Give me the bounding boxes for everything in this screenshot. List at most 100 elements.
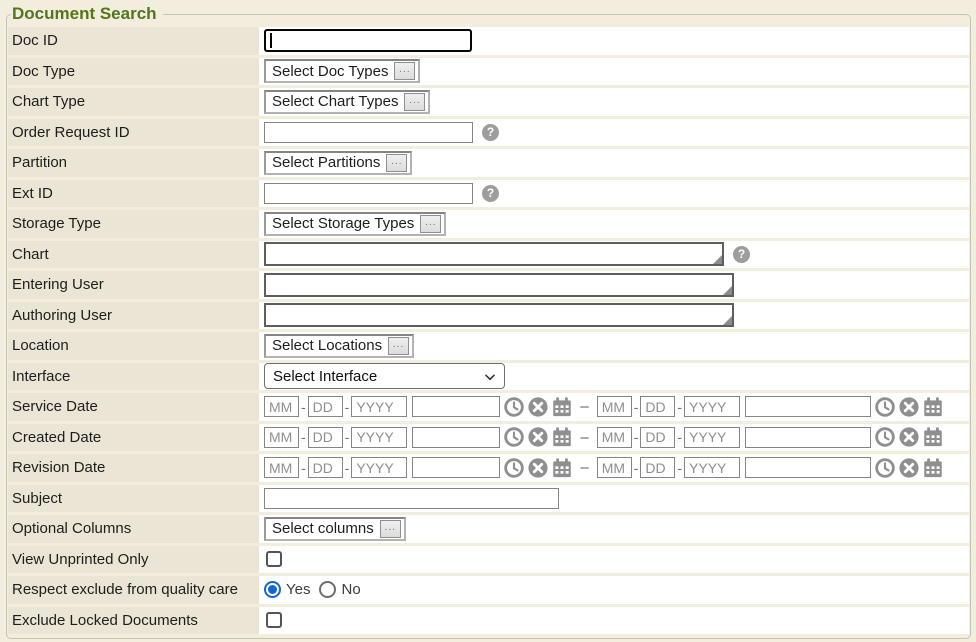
chevron-down-icon [483, 370, 497, 384]
location-picker[interactable]: Select Locations ... [264, 334, 414, 358]
row-chart: Chart ? [8, 241, 969, 269]
field-label: Doc ID [8, 27, 259, 55]
subject-input[interactable] [264, 488, 559, 509]
field-label: Exclude Locked Documents [8, 607, 259, 635]
to-time-input[interactable] [745, 457, 871, 478]
from-month-input[interactable] [264, 396, 299, 417]
view-unprinted-only-checkbox[interactable] [266, 551, 282, 567]
calendar-icon[interactable] [552, 427, 572, 447]
to-year-input[interactable] [684, 396, 740, 417]
more-options-button[interactable]: ... [380, 520, 401, 538]
help-icon[interactable]: ? [733, 246, 750, 263]
row-service-date: Service Date - - – - - [8, 393, 969, 421]
row-storage-type: Storage Type Select Storage Types ... [8, 210, 969, 238]
clock-icon[interactable] [504, 427, 524, 447]
clear-icon[interactable] [528, 397, 548, 417]
more-options-button[interactable]: ... [420, 215, 441, 233]
optional-columns-picker[interactable]: Select columns ... [264, 517, 406, 541]
exclude-locked-documents-checkbox[interactable] [266, 612, 282, 628]
row-doc-type: Doc Type Select Doc Types ... [8, 58, 969, 86]
radio-label-yes: Yes [286, 581, 310, 598]
clear-icon[interactable] [899, 427, 919, 447]
from-year-input[interactable] [351, 396, 407, 417]
field-label: Subject [8, 485, 259, 513]
to-day-input[interactable] [640, 396, 675, 417]
field-label: Revision Date [8, 454, 259, 482]
doc-id-input[interactable] [264, 29, 472, 52]
authoring-user-textarea[interactable] [264, 303, 734, 327]
from-year-input[interactable] [351, 457, 407, 478]
row-location: Location Select Locations ... [8, 332, 969, 360]
clock-icon[interactable] [875, 397, 895, 417]
from-time-input[interactable] [412, 427, 500, 448]
row-authoring-user: Authoring User [8, 302, 969, 330]
from-day-input[interactable] [308, 427, 343, 448]
date-field-separator: - [345, 399, 350, 415]
clock-icon[interactable] [875, 458, 895, 478]
field-label: Respect exclude from quality care [8, 576, 259, 604]
clear-icon[interactable] [528, 427, 548, 447]
chart-type-picker[interactable]: Select Chart Types ... [264, 90, 430, 114]
field-label: Created Date [8, 424, 259, 452]
clock-icon[interactable] [875, 427, 895, 447]
clear-icon[interactable] [899, 458, 919, 478]
to-time-input[interactable] [745, 427, 871, 448]
to-month-input[interactable] [597, 396, 632, 417]
field-label: View Unprinted Only [8, 546, 259, 574]
more-options-button[interactable]: ... [386, 154, 407, 172]
to-year-input[interactable] [684, 427, 740, 448]
entering-user-textarea[interactable] [264, 273, 734, 297]
help-icon[interactable]: ? [482, 124, 499, 141]
to-year-input[interactable] [684, 457, 740, 478]
document-search-panel: Document Search Doc ID Doc Type Select D… [6, 4, 971, 639]
to-month-input[interactable] [597, 427, 632, 448]
field-label: Location [8, 332, 259, 360]
date-field-separator: - [634, 399, 639, 415]
calendar-icon[interactable] [552, 458, 572, 478]
picker-label: Select Chart Types [272, 93, 398, 110]
calendar-icon[interactable] [923, 427, 943, 447]
from-time-input[interactable] [412, 396, 500, 417]
chart-textarea[interactable] [264, 242, 724, 266]
order-request-id-input[interactable] [264, 122, 473, 143]
row-revision-date: Revision Date - - – - - [8, 454, 969, 482]
calendar-icon[interactable] [552, 397, 572, 417]
quality-care-radio-no[interactable] [319, 581, 336, 598]
field-label: Chart Type [8, 88, 259, 116]
picker-label: Select Locations [272, 337, 382, 354]
field-label: Order Request ID [8, 119, 259, 147]
date-field-separator: - [634, 460, 639, 476]
more-options-button[interactable]: ... [394, 62, 415, 80]
from-year-input[interactable] [351, 427, 407, 448]
from-month-input[interactable] [264, 427, 299, 448]
storage-type-picker[interactable]: Select Storage Types ... [264, 212, 446, 236]
to-day-input[interactable] [640, 457, 675, 478]
help-icon[interactable]: ? [482, 185, 499, 202]
clear-icon[interactable] [528, 458, 548, 478]
more-options-button[interactable]: ... [388, 337, 409, 355]
calendar-icon[interactable] [923, 397, 943, 417]
to-day-input[interactable] [640, 427, 675, 448]
radio-label-no: No [341, 581, 360, 598]
partition-picker[interactable]: Select Partitions ... [264, 151, 412, 175]
field-label: Storage Type [8, 210, 259, 238]
to-time-input[interactable] [745, 396, 871, 417]
calendar-icon[interactable] [923, 458, 943, 478]
from-time-input[interactable] [412, 457, 500, 478]
quality-care-radio-yes[interactable] [264, 581, 281, 598]
from-month-input[interactable] [264, 457, 299, 478]
ext-id-input[interactable] [264, 183, 473, 204]
picker-label: Select Partitions [272, 154, 380, 171]
clock-icon[interactable] [504, 397, 524, 417]
more-options-button[interactable]: ... [404, 93, 425, 111]
to-month-input[interactable] [597, 457, 632, 478]
from-day-input[interactable] [308, 396, 343, 417]
doc-type-picker[interactable]: Select Doc Types ... [264, 59, 420, 83]
field-label: Optional Columns [8, 515, 259, 543]
clear-icon[interactable] [899, 397, 919, 417]
from-day-input[interactable] [308, 457, 343, 478]
row-chart-type: Chart Type Select Chart Types ... [8, 88, 969, 116]
interface-select[interactable]: Select Interface [264, 363, 505, 389]
field-label: Partition [8, 149, 259, 177]
clock-icon[interactable] [504, 458, 524, 478]
